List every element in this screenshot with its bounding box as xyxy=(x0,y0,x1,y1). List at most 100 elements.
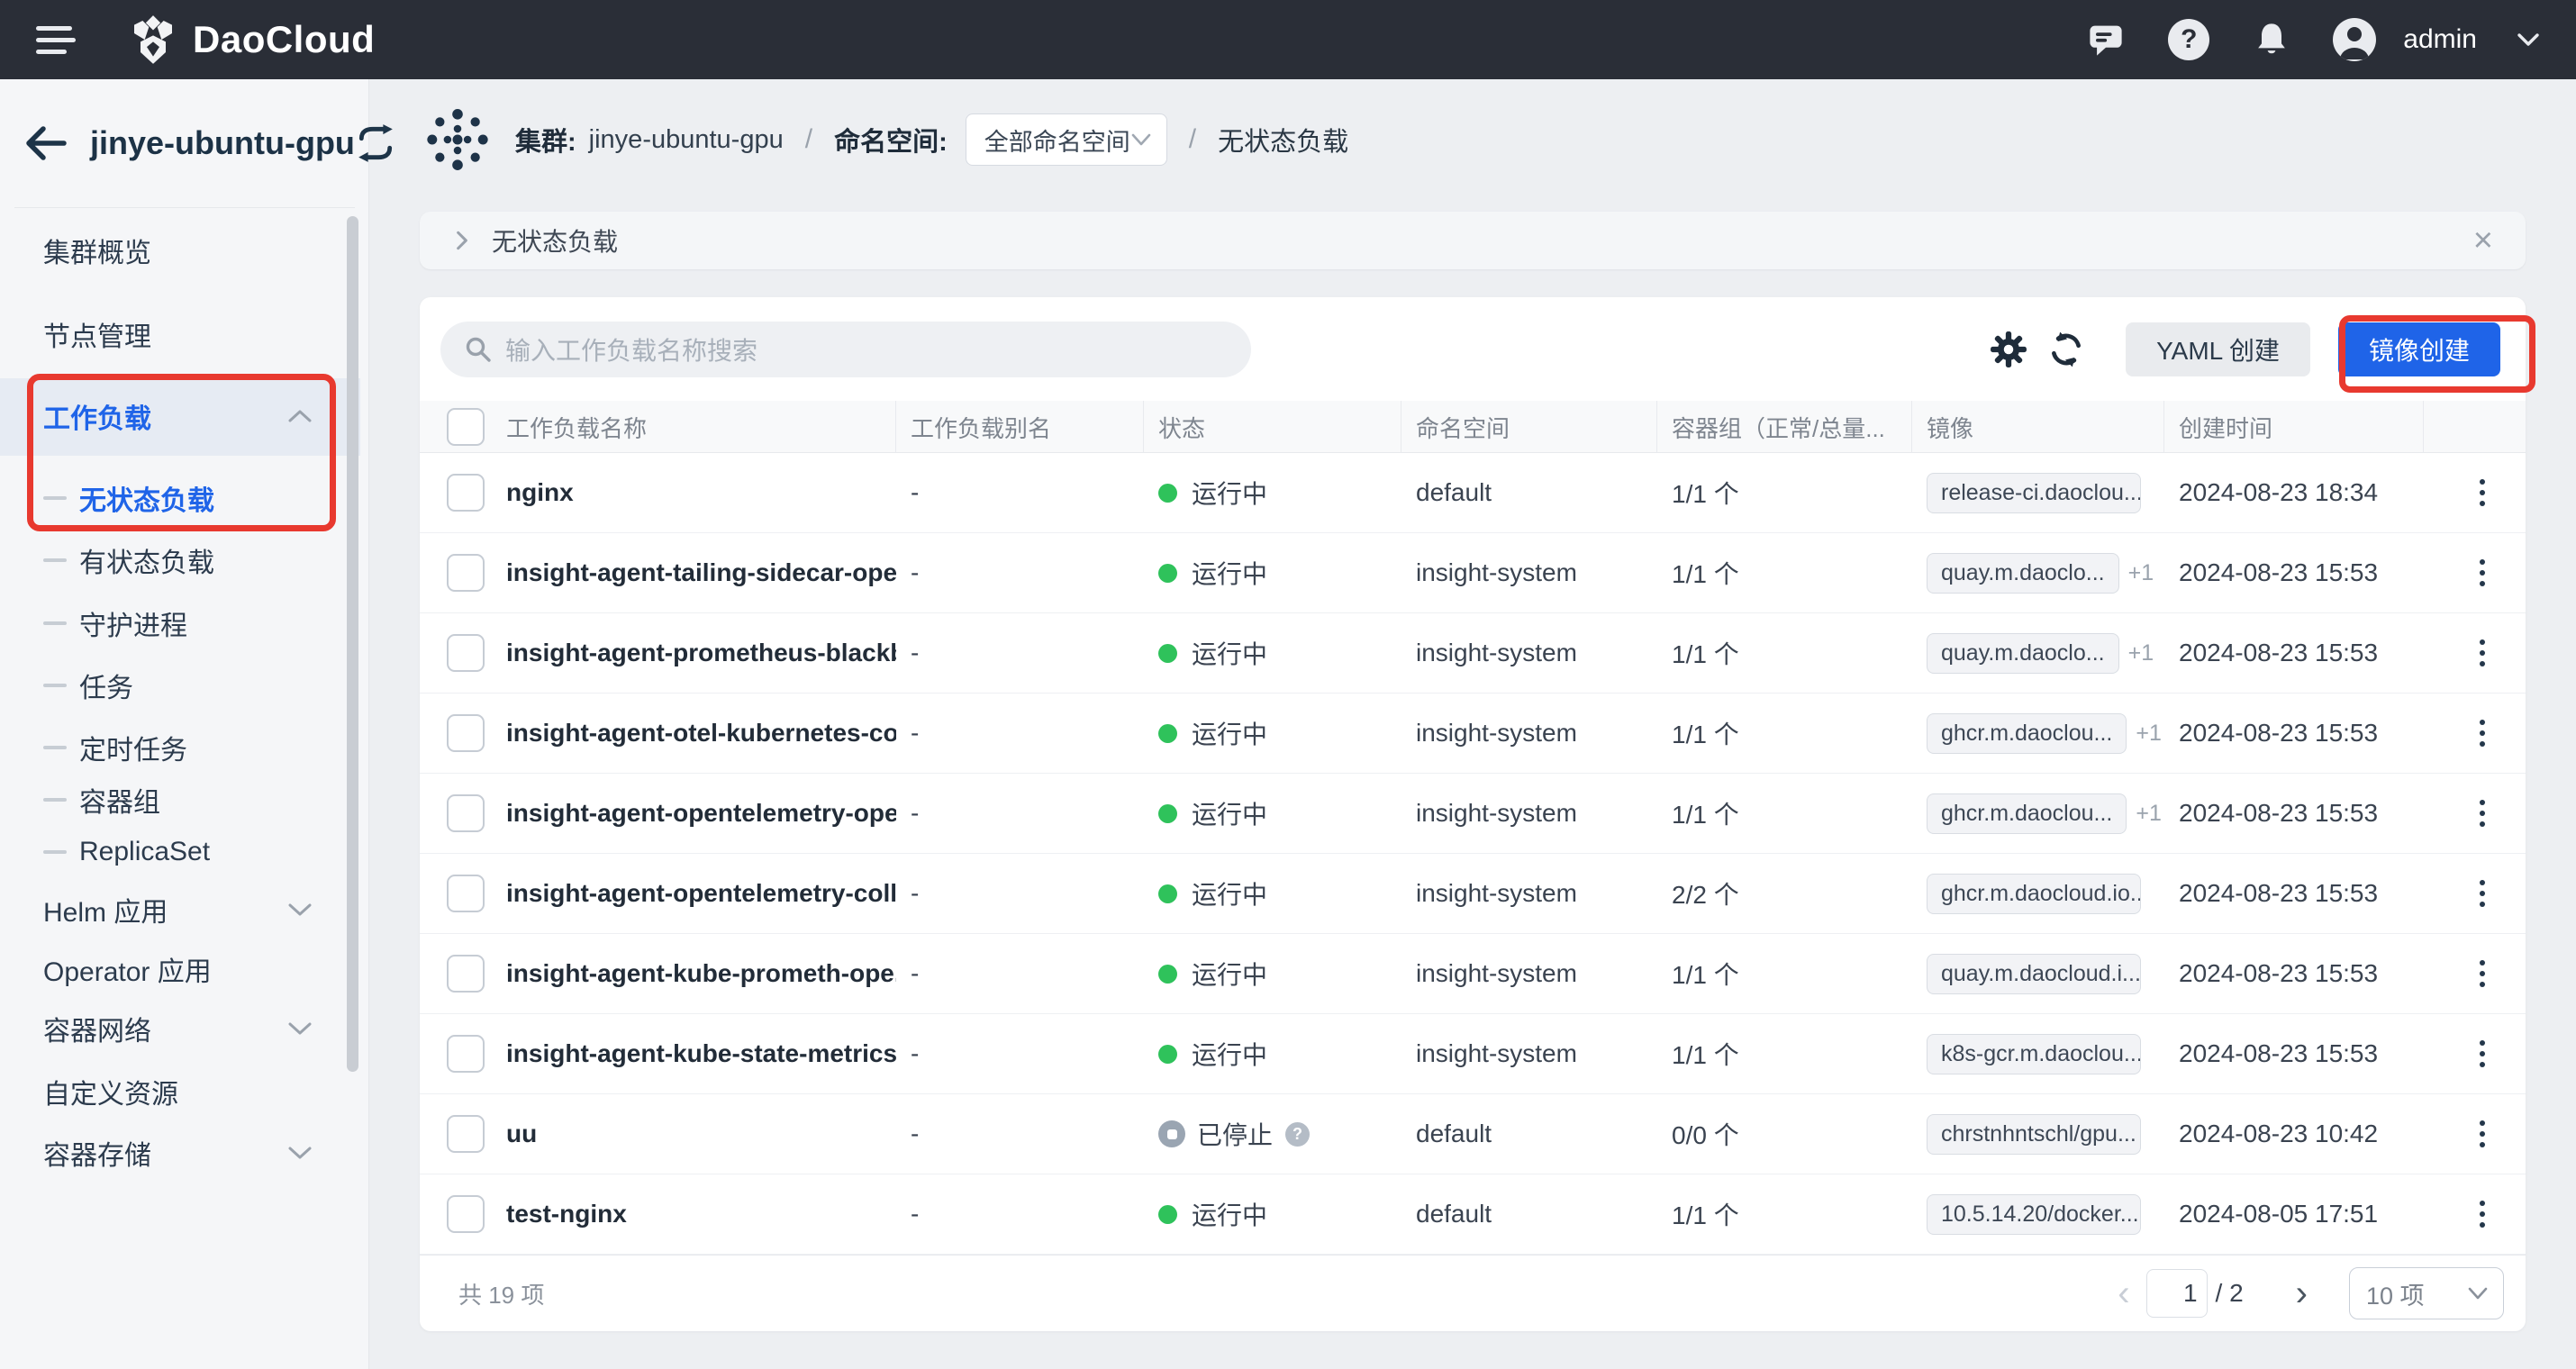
workload-name[interactable]: uu xyxy=(506,1120,537,1148)
sidebar-item-operator-apps[interactable]: Operator 应用 xyxy=(0,944,360,994)
running-dot xyxy=(1158,1205,1177,1224)
workload-name[interactable]: insight-agent-kube-prometh-ope... xyxy=(506,959,896,988)
page-size-select[interactable]: 10 项 xyxy=(2349,1267,2504,1319)
bell-icon[interactable] xyxy=(2250,18,2293,61)
sidebar-item-deployments[interactable]: 无状态负载 xyxy=(0,473,360,523)
row-checkbox[interactable] xyxy=(447,875,485,912)
table-footer: 共 19 项 ‹ 1 / 2 › 10 项 xyxy=(420,1255,2526,1331)
search-placeholder: 输入工作负载名称搜索 xyxy=(505,331,757,367)
avatar[interactable] xyxy=(2333,18,2376,61)
row-checkbox[interactable] xyxy=(447,794,485,832)
close-icon[interactable]: × xyxy=(2473,223,2493,258)
kebab-menu-icon[interactable] xyxy=(2438,1201,2526,1228)
workload-name[interactable]: nginx xyxy=(506,478,574,507)
actions-cell xyxy=(2424,1040,2526,1067)
page-total: / 2 xyxy=(2216,1279,2244,1308)
search-input[interactable]: 输入工作负载名称搜索 xyxy=(440,322,1251,377)
question-icon[interactable]: ? xyxy=(1285,1122,1310,1147)
workload-alias: - xyxy=(896,1120,1144,1148)
workload-name[interactable]: insight-agent-tailing-sidecar-ope... xyxy=(506,558,896,587)
row-checkbox[interactable] xyxy=(447,955,485,993)
kebab-menu-icon[interactable] xyxy=(2438,960,2526,987)
image-extra-count: +1 xyxy=(2128,640,2154,666)
kebab-menu-icon[interactable] xyxy=(2438,880,2526,907)
namespace-select[interactable]: 全部命名空间 xyxy=(966,113,1167,166)
workload-name[interactable]: insight-agent-otel-kubernetes-co... xyxy=(506,719,896,748)
status-cell: 运行中 xyxy=(1144,795,1401,831)
created-time: 2024-08-23 18:34 xyxy=(2164,478,2424,507)
pods-count: 1/1 个 xyxy=(1657,956,1912,992)
help-icon[interactable]: ? xyxy=(2167,18,2210,61)
sidebar-item-container-storage[interactable]: 容器存储 xyxy=(0,1128,360,1178)
user-chevron-down-icon[interactable] xyxy=(2517,31,2540,49)
workload-name[interactable]: insight-agent-opentelemetry-ope... xyxy=(506,799,896,828)
sidebar-item-label: 容器组 xyxy=(79,780,160,820)
running-dot xyxy=(1158,965,1177,984)
row-checkbox[interactable] xyxy=(447,634,485,672)
sidebar-item-container-network[interactable]: 容器网络 xyxy=(0,1003,360,1054)
username[interactable]: admin xyxy=(2403,24,2477,55)
kebab-menu-icon[interactable] xyxy=(2438,800,2526,827)
row-checkbox[interactable] xyxy=(447,1115,485,1153)
row-checkbox[interactable] xyxy=(447,1035,485,1073)
hamburger-icon[interactable] xyxy=(36,26,76,54)
kebab-menu-icon[interactable] xyxy=(2438,479,2526,506)
sidebar-item-pods[interactable]: 容器组 xyxy=(0,775,360,825)
cluster-label: 集群: xyxy=(515,121,576,159)
workload-name[interactable]: insight-agent-prometheus-blackb... xyxy=(506,639,896,667)
sidebar-item-label: Helm 应用 xyxy=(43,890,168,929)
col-image: 镜像 xyxy=(1912,401,2164,453)
sidebar-item-label: 守护进程 xyxy=(79,603,187,643)
sidebar-item-daemonsets[interactable]: 守护进程 xyxy=(0,598,360,648)
running-dot xyxy=(1158,884,1177,903)
sidebar-item-statefulsets[interactable]: 有状态负载 xyxy=(0,535,360,585)
row-checkbox[interactable] xyxy=(447,1195,485,1233)
workload-name[interactable]: insight-agent-kube-state-metrics xyxy=(506,1039,896,1068)
image-chip: release-ci.daoclou... xyxy=(1927,473,2141,513)
row-checkbox[interactable] xyxy=(447,714,485,752)
next-page-icon[interactable]: › xyxy=(2296,1274,2308,1314)
select-all-checkbox[interactable] xyxy=(447,408,485,446)
col-status: 状态 xyxy=(1144,401,1401,453)
workload-alias: - xyxy=(896,639,1144,667)
sidebar-item-helm-apps[interactable]: Helm 应用 xyxy=(0,884,360,935)
pods-count: 1/1 个 xyxy=(1657,475,1912,511)
page-input[interactable]: 1 xyxy=(2146,1269,2208,1318)
row-checkbox[interactable] xyxy=(447,474,485,512)
kebab-menu-icon[interactable] xyxy=(2438,1120,2526,1147)
kebab-menu-icon[interactable] xyxy=(2438,1040,2526,1067)
sidebar-item-cluster-overview[interactable]: 集群概览 xyxy=(0,225,360,276)
sidebar-item-cronjobs[interactable]: 定时任务 xyxy=(0,722,360,773)
chat-icon[interactable] xyxy=(2084,18,2127,61)
sidebar-item-custom-resources[interactable]: 自定义资源 xyxy=(0,1066,360,1117)
sidebar-item-workloads[interactable]: 工作负载 xyxy=(0,391,360,441)
sidebar-item-node-management[interactable]: 节点管理 xyxy=(0,309,360,359)
kebab-menu-icon[interactable] xyxy=(2438,559,2526,586)
sidebar-scrollbar[interactable] xyxy=(347,216,358,1072)
gear-icon[interactable] xyxy=(1987,328,2030,371)
namespace-value: default xyxy=(1401,478,1657,507)
actions-cell xyxy=(2424,1201,2526,1228)
dash-icon xyxy=(43,621,67,625)
image-cell: ghcr.m.daocloud.io... xyxy=(1912,874,2164,914)
sidebar-item-replicasets[interactable]: ReplicaSet xyxy=(0,827,360,877)
yaml-create-button[interactable]: YAML 创建 xyxy=(2126,322,2310,376)
image-create-button[interactable]: 镜像创建 xyxy=(2338,322,2500,376)
prev-page-icon[interactable]: ‹ xyxy=(2118,1274,2129,1314)
chevron-right-icon[interactable] xyxy=(452,229,472,252)
daocloud-logo[interactable]: DaoCloud xyxy=(128,14,375,65)
row-checkbox[interactable] xyxy=(447,554,485,592)
stopped-icon xyxy=(1158,1120,1185,1147)
refresh-icon[interactable] xyxy=(2045,328,2088,371)
image-cell: ghcr.m.daoclou...+1 xyxy=(1912,793,2164,834)
workload-name[interactable]: insight-agent-opentelemetry-coll... xyxy=(506,879,896,908)
cluster-value[interactable]: jinye-ubuntu-gpu xyxy=(589,125,784,155)
kebab-menu-icon[interactable] xyxy=(2438,639,2526,666)
kebab-menu-icon[interactable] xyxy=(2438,720,2526,747)
total-count: 共 19 项 xyxy=(458,1277,544,1310)
pods-count: 2/2 个 xyxy=(1657,875,1912,911)
sidebar-item-jobs[interactable]: 任务 xyxy=(0,660,360,711)
namespace-value: insight-system xyxy=(1401,879,1657,908)
sidebar-item-label: 自定义资源 xyxy=(43,1072,178,1111)
workload-name[interactable]: test-nginx xyxy=(506,1200,627,1228)
